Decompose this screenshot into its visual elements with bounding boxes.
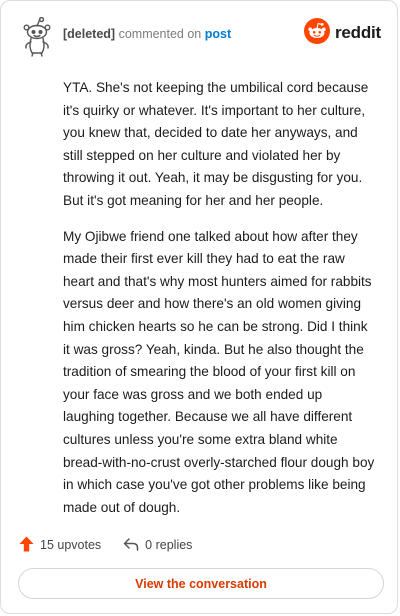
author-name[interactable]: [deleted] xyxy=(63,27,115,41)
snoo-avatar-icon xyxy=(19,16,55,57)
comment-footer: 15 upvotes 0 replies xyxy=(19,535,214,555)
comment-header: [deleted] commented on post reddit xyxy=(19,16,381,57)
reddit-brand[interactable]: reddit xyxy=(303,17,381,49)
post-link[interactable]: post xyxy=(205,27,231,41)
comment-body: YTA. She's not keeping the umbilical cor… xyxy=(63,77,375,532)
reddit-wordmark: reddit xyxy=(334,23,381,42)
upvotes-stat[interactable]: 15 upvotes xyxy=(19,536,101,555)
view-conversation-button[interactable]: View the conversation xyxy=(18,568,384,599)
replies-stat[interactable]: 0 replies xyxy=(123,537,192,554)
upvote-arrow-icon xyxy=(19,536,40,555)
comment-paragraph: YTA. She's not keeping the umbilical cor… xyxy=(63,80,369,208)
upvotes-label: 15 upvotes xyxy=(40,538,102,552)
reddit-logo-icon xyxy=(303,17,330,49)
reply-arrow-icon xyxy=(123,537,145,554)
comment-paragraph: My Ojibwe friend one talked about how af… xyxy=(63,228,375,515)
comment-meta: [deleted] commented on post xyxy=(63,27,231,41)
comment-card: [deleted] commented on post reddit YTA. … xyxy=(0,0,398,614)
replies-label: 0 replies xyxy=(145,538,193,552)
action-text: commented on xyxy=(118,27,202,41)
